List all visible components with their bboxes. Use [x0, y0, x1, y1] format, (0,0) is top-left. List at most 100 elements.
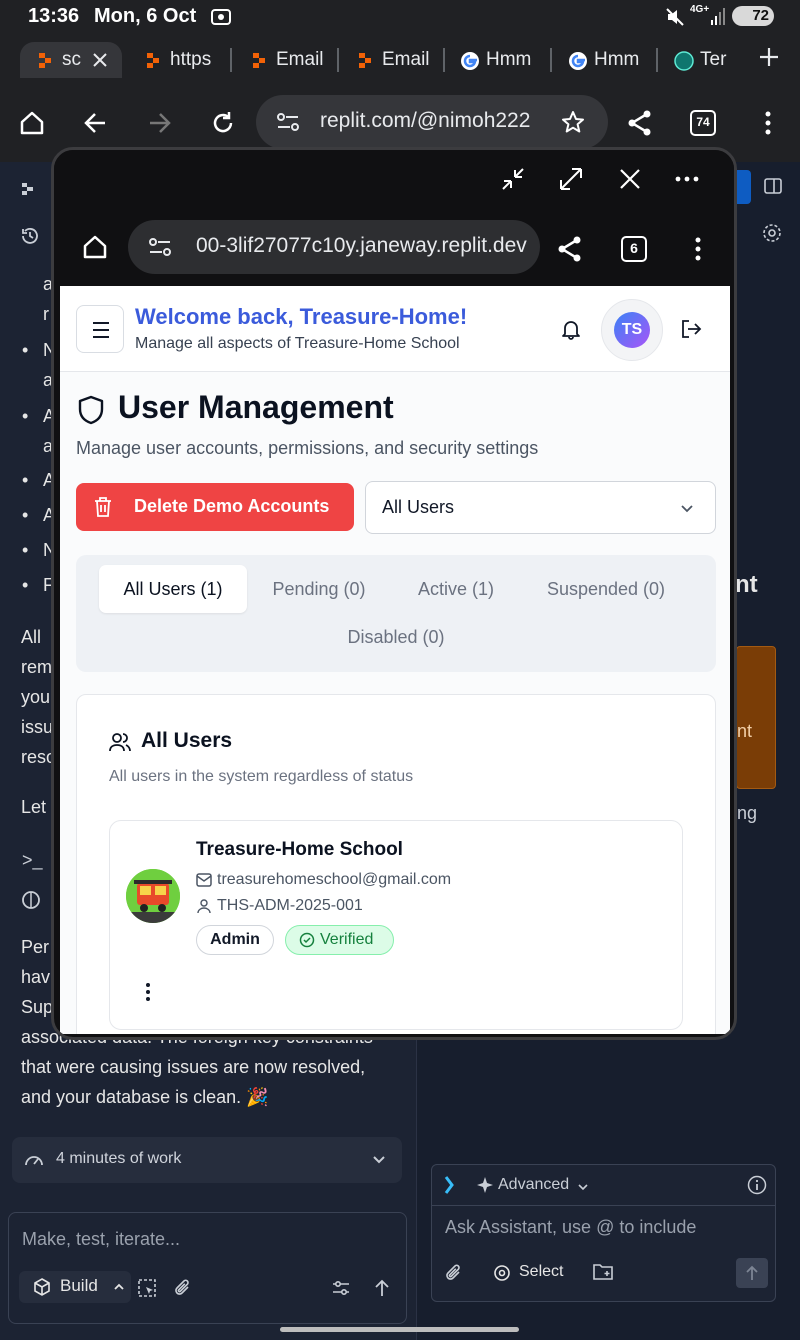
site-settings-icon[interactable]	[276, 111, 300, 133]
user-name: Treasure-Home School	[196, 839, 403, 860]
tab-switcher-button[interactable]: 6	[621, 236, 647, 262]
share-icon[interactable]	[556, 235, 584, 263]
user-filter-select[interactable]: All Users	[365, 481, 716, 534]
back-icon[interactable]	[83, 110, 109, 136]
reload-icon[interactable]	[210, 110, 236, 136]
browser-tab[interactable]: sch	[20, 42, 122, 78]
list-bullet: •	[22, 470, 29, 490]
cube-icon	[33, 1278, 51, 1296]
network-4g-icon: 4G+	[690, 4, 710, 15]
user-email: treasurehomeschool@gmail.com	[217, 871, 452, 888]
url-text: replit.com/@nimoh222	[320, 109, 531, 132]
assistant-chat-box[interactable]: Advanced Ask Assistant, use @ to include…	[431, 1164, 776, 1302]
kebab-menu-icon[interactable]	[138, 981, 158, 1003]
more-menu-icon[interactable]	[756, 110, 780, 136]
user-list-item[interactable]: Treasure-Home School treasurehomeschool@…	[109, 820, 683, 1030]
bookmark-star-icon[interactable]	[561, 110, 585, 134]
mute-icon	[664, 6, 686, 28]
shield-icon	[77, 395, 105, 425]
tab-suspended[interactable]: Suspended (0)	[526, 565, 686, 613]
more-menu-icon[interactable]	[686, 236, 710, 262]
tab-disabled[interactable]: Disabled (0)	[330, 613, 462, 661]
status-badge: Verified	[285, 925, 394, 955]
hamburger-icon	[93, 322, 109, 338]
settings-sliders-icon[interactable]	[331, 1278, 351, 1298]
app-header: Welcome back, Treasure-Home! Manage all …	[60, 286, 730, 372]
replit-favicon	[250, 51, 268, 69]
attach-icon[interactable]	[173, 1278, 193, 1298]
notice-card	[736, 646, 776, 789]
more-horizontal-icon[interactable]	[674, 167, 700, 191]
agent-chat-input[interactable]: Make, test, iterate... Build	[8, 1212, 407, 1324]
send-arrow-icon[interactable]	[373, 1278, 391, 1298]
avatar-button[interactable]: TS	[601, 299, 663, 361]
avatar: TS	[614, 312, 650, 348]
chevron-down-icon	[680, 502, 694, 516]
home-icon[interactable]	[82, 234, 108, 260]
page-description: Manage user accounts, permissions, and s…	[76, 438, 539, 458]
chevron-up-icon	[113, 1281, 125, 1293]
url-text: 00-3lif27077c10y.janeway.replit.dev	[196, 234, 527, 257]
list-bullet: •	[22, 406, 29, 426]
send-button[interactable]	[736, 1258, 768, 1288]
mail-icon	[196, 873, 212, 887]
bell-icon[interactable]	[560, 318, 582, 340]
trash-icon	[94, 497, 112, 517]
info-icon[interactable]	[747, 1175, 767, 1195]
gauge-icon	[24, 1150, 44, 1170]
home-indicator[interactable]	[280, 1327, 519, 1332]
delete-demo-accounts-button[interactable]: Delete Demo Accounts	[76, 483, 354, 531]
forward-icon[interactable]	[146, 110, 172, 136]
address-bar[interactable]: replit.com/@nimoh222	[256, 95, 608, 149]
gear-icon[interactable]	[761, 222, 783, 244]
minimize-icon[interactable]	[500, 166, 526, 192]
browser-tab[interactable]: https	[144, 42, 226, 78]
history-icon[interactable]	[20, 226, 40, 246]
browser-tab[interactable]: Hmm	[460, 42, 542, 78]
tab-switcher-button[interactable]: 74	[690, 110, 716, 136]
replit-favicon	[36, 51, 54, 69]
popup-address-bar[interactable]: 00-3lif27077c10y.janeway.replit.dev	[128, 220, 540, 274]
assistant-placeholder: Ask Assistant, use @ to include	[445, 1217, 697, 1237]
sidebar-toggle-icon[interactable]	[763, 176, 783, 196]
chevron-down-icon	[372, 1153, 386, 1167]
new-tab-icon[interactable]	[758, 46, 780, 68]
user-icon	[197, 899, 211, 914]
user-status-tabs: All Users (1) Pending (0) Active (1) Sus…	[76, 555, 716, 672]
share-icon[interactable]	[626, 109, 654, 137]
chevron-down-icon	[577, 1181, 589, 1193]
site-settings-icon[interactable]	[148, 236, 172, 258]
select-element-button[interactable]: Select	[519, 1263, 563, 1281]
browser-tab[interactable]: Email	[356, 42, 438, 78]
tab-active[interactable]: Active (1)	[399, 565, 513, 613]
tab-divider	[230, 48, 232, 72]
page-title: User Management	[118, 389, 394, 425]
work-summary-toggle[interactable]: 4 minutes of work	[12, 1137, 402, 1183]
menu-button[interactable]	[76, 305, 124, 353]
new-folder-icon[interactable]	[592, 1262, 614, 1282]
user-id: THS-ADM-2025-001	[217, 897, 363, 914]
attach-icon[interactable]	[444, 1263, 464, 1283]
tab-pending[interactable]: Pending (0)	[257, 565, 381, 613]
expand-icon[interactable]	[558, 166, 584, 192]
home-icon[interactable]	[19, 110, 45, 136]
generic-favicon	[674, 51, 694, 71]
clock: 13:36	[28, 5, 80, 27]
browser-tab-strip: sch https Email Email Hmm Hmm Ter	[0, 34, 800, 84]
close-tab-icon[interactable]	[92, 52, 108, 68]
browser-tab[interactable]: Hmm	[568, 42, 650, 78]
tab-divider	[443, 48, 445, 72]
list-bullet: •	[22, 505, 29, 525]
welcome-heading: Welcome back, Treasure-Home!	[135, 304, 468, 329]
tab-all-users[interactable]: All Users (1)	[99, 565, 247, 613]
close-icon[interactable]	[618, 167, 642, 191]
select-element-icon[interactable]	[137, 1278, 157, 1298]
browser-tab[interactable]: Email	[250, 42, 332, 78]
list-bullet: •	[22, 575, 29, 595]
logout-icon[interactable]	[680, 318, 702, 340]
build-mode-button[interactable]: Build	[19, 1271, 131, 1303]
assistant-mode-dropdown[interactable]: Advanced	[498, 1176, 569, 1194]
check-circle-icon	[299, 932, 315, 948]
browser-tab[interactable]: Ter	[674, 42, 736, 78]
signal-icon	[710, 6, 726, 26]
